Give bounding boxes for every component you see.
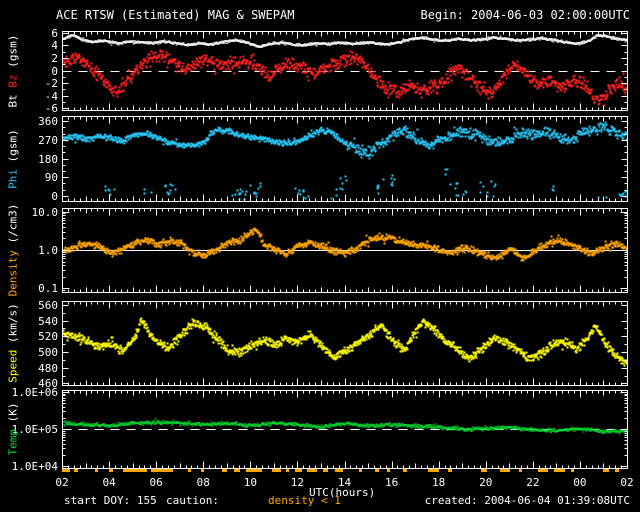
x-tick-label: 02 — [55, 476, 69, 489]
y-axis-label-part: Temp — [6, 422, 20, 456]
y-axis-label-part: Bt — [6, 87, 20, 107]
panel-canvas-density — [62, 208, 628, 293]
panel-canvas-speed — [62, 301, 628, 386]
caution-value: density < 1 — [268, 494, 341, 507]
created-timestamp: created: 2004-06-04 01:39:08UTC — [424, 494, 630, 507]
y-tick-label: 360 — [38, 115, 58, 129]
caution-marker-strip — [62, 469, 628, 473]
y-axis-label-part: Density — [6, 243, 20, 297]
ace-rtsw-plot: ACE RTSW (Estimated) MAG & SWEPAM Begin:… — [0, 0, 640, 512]
panel-canvas-phi — [62, 116, 628, 202]
plot-title: ACE RTSW (Estimated) MAG & SWEPAM — [56, 8, 295, 22]
y-axis-label-temp: Temp (K) — [7, 403, 20, 456]
x-tick-label: 22 — [526, 476, 540, 489]
x-tick-label: 14 — [337, 476, 352, 489]
panel-canvas-bt-bz — [62, 31, 628, 111]
x-tick-label: 18 — [432, 476, 446, 489]
x-tick-label: 12 — [290, 476, 305, 489]
y-tick-label: 1.0E+06 — [11, 385, 58, 399]
y-axis-label-part: (K) — [6, 402, 20, 423]
x-tick-label: 08 — [196, 476, 210, 489]
x-tick-label: 06 — [149, 476, 163, 489]
start-doy-label: start DOY: 155 — [64, 494, 157, 507]
y-axis-label-bt-bz: Bt Bz (gsm) — [7, 34, 20, 107]
x-tick-label: 04 — [102, 476, 116, 489]
x-tick-label: 00 — [573, 476, 587, 489]
x-tick-label: 16 — [384, 476, 399, 489]
y-axis-label-density: Density (/cm3) — [7, 204, 20, 297]
y-tick-label: 1.0E+04 — [11, 460, 58, 474]
caution-label: caution: — [166, 494, 219, 507]
begin-timestamp: Begin: 2004-06-03 02:00:00UTC — [420, 8, 630, 22]
panel-canvas-temp — [62, 390, 628, 469]
y-axis-label-part: (km/s) — [6, 303, 20, 343]
x-tick-label: 20 — [479, 476, 493, 489]
y-tick-label: 0 — [51, 189, 58, 203]
y-axis-label-part: Phi — [6, 161, 20, 189]
y-axis-label-part: Speed — [6, 343, 20, 383]
x-tick-label: 02 — [620, 476, 634, 489]
y-axis-label-part: (/cm3) — [6, 203, 20, 244]
y-axis-label-phi: Phi (gsm) — [7, 129, 20, 189]
y-axis-label-part: Bz — [6, 67, 20, 88]
y-axis-label-part: (gsm) — [6, 128, 20, 162]
x-tick-label: 10 — [243, 476, 257, 489]
y-axis-label-part: (gsm) — [6, 34, 20, 68]
y-axis-label-speed: Speed (km/s) — [7, 303, 20, 383]
